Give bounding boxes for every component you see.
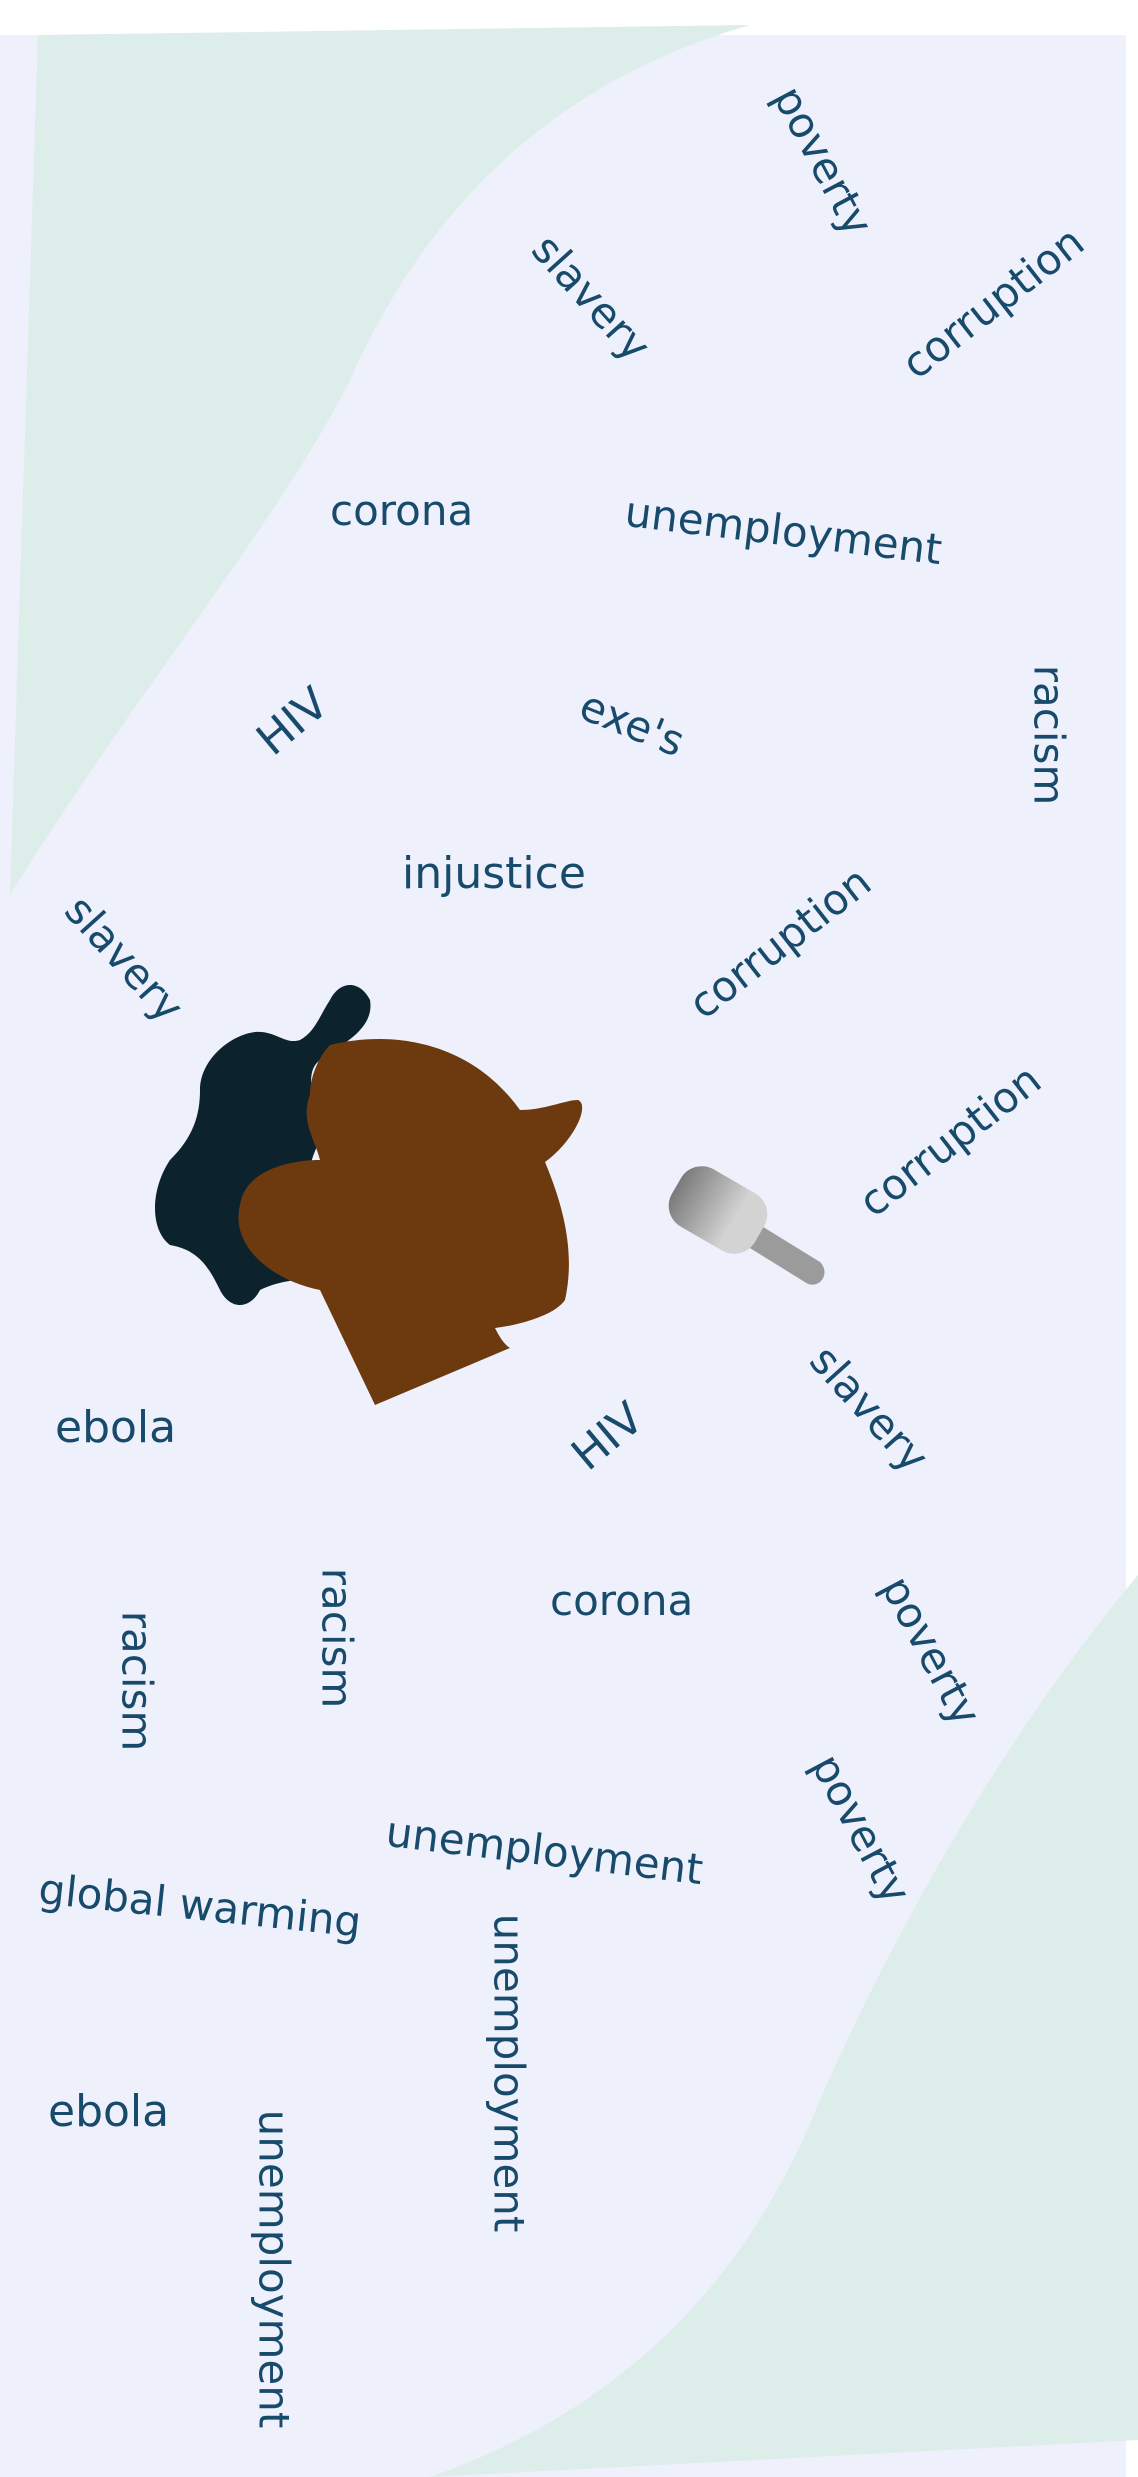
figure-layer [155, 985, 825, 1405]
illustration-canvas: poverty slavery corruption corona unempl… [0, 0, 1138, 2477]
afro-head-profile-icon [155, 985, 583, 1405]
microphone-icon [668, 1166, 825, 1285]
